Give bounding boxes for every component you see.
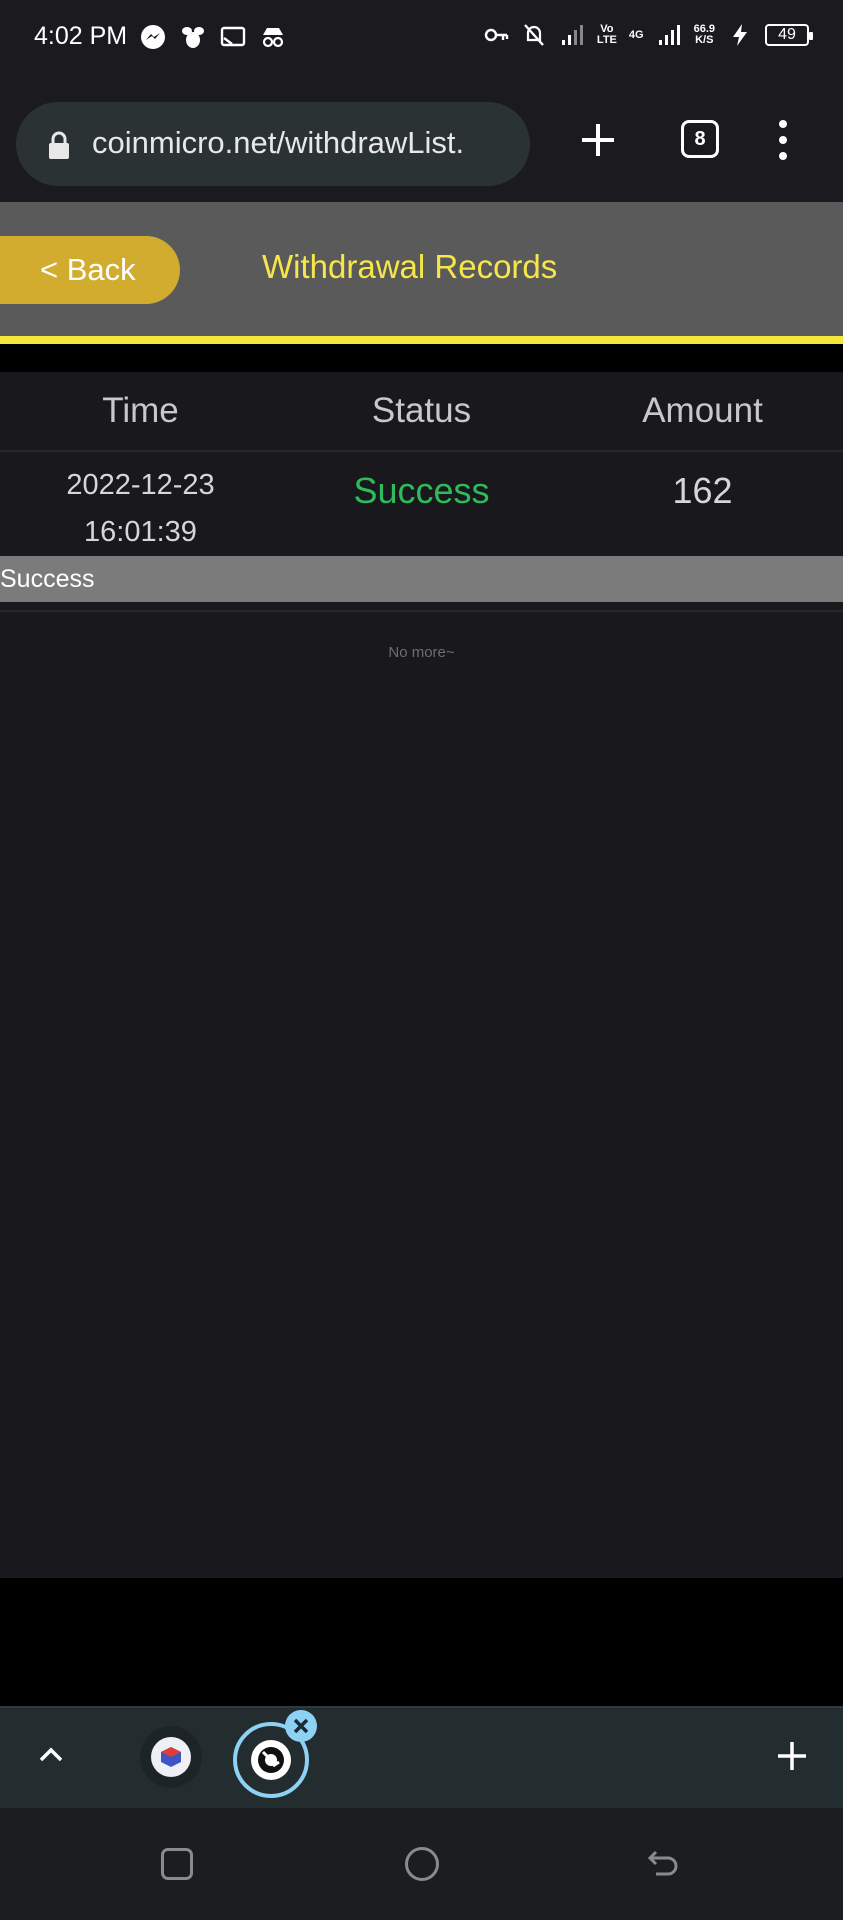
tab-thumbnail-2-active[interactable]: [233, 1710, 317, 1798]
close-tab-icon[interactable]: [285, 1710, 317, 1742]
list-end-text: No more~: [388, 644, 455, 661]
records-content: Time Status Amount 2022-12-23 16:01:39 S…: [0, 372, 843, 1578]
url-text[interactable]: coinmicro.net/withdrawList.: [92, 125, 522, 161]
messenger-icon: [140, 24, 166, 50]
screencast-icon: [220, 24, 246, 50]
system-icons: Vo LTE 4G 66.9 K/S 49: [483, 22, 813, 48]
record-date-text: 2022-12-23: [66, 469, 215, 501]
recent-apps-button[interactable]: [161, 1848, 193, 1880]
browser-toolbar: coinmicro.net/withdrawList. 8: [0, 78, 843, 202]
header-spacer: [0, 344, 843, 372]
page-bottom-blank: [0, 1578, 843, 1706]
status-time: 4:02 PM: [34, 22, 128, 50]
bee-icon: [180, 24, 206, 50]
globe-icon: [251, 1740, 291, 1780]
address-bar[interactable]: coinmicro.net/withdrawList.: [16, 102, 530, 186]
add-tab-icon[interactable]: [774, 1738, 810, 1774]
bottom-tab-strip: [0, 1706, 843, 1808]
lock-icon: [49, 131, 69, 159]
signal-icon-2: [658, 25, 680, 45]
table-row: 2022-12-23 16:01:39 Success 162: [0, 452, 843, 556]
status-bar: 4:02 PM Vo LTE 4G 66.9 K/S 49: [0, 0, 843, 78]
notification-icons: [140, 24, 286, 50]
incognito-icon: [260, 24, 286, 50]
battery-indicator: 49: [765, 24, 813, 46]
charging-icon: [733, 24, 747, 46]
page-header: < Back Withdrawal Records: [0, 202, 843, 336]
record-status-note: Success: [0, 556, 843, 602]
network-speed: 66.9 K/S: [693, 23, 715, 46]
page-title: Withdrawal Records: [262, 248, 558, 285]
chevron-up-icon[interactable]: [34, 1738, 68, 1772]
home-button[interactable]: [405, 1847, 439, 1881]
new-tab-button[interactable]: [574, 116, 622, 164]
network-gen-label: 4G: [628, 28, 644, 41]
vpn-key-icon: [484, 28, 509, 42]
more-menu-icon[interactable]: [775, 118, 791, 162]
site-favicon-icon: [151, 1737, 191, 1777]
volte-label: Vo LTE: [596, 23, 617, 46]
back-button[interactable]: < Back: [0, 236, 180, 304]
record-time: 2022-12-23 16:01:39: [0, 452, 281, 556]
signal-icon: [561, 25, 583, 45]
tab-thumbnail-1[interactable]: [140, 1726, 202, 1788]
row-divider: [0, 610, 843, 612]
record-status: Success: [353, 470, 490, 511]
header-divider: [0, 336, 843, 344]
column-header-amount: Amount: [642, 391, 763, 430]
notifications-off-icon: [524, 24, 544, 46]
back-nav-icon[interactable]: [646, 1846, 682, 1882]
tab-switcher-button[interactable]: 8: [681, 120, 719, 158]
column-header-time: Time: [102, 391, 179, 430]
table-header: Time Status Amount: [0, 372, 843, 452]
column-header-status: Status: [371, 391, 472, 430]
system-nav-bar: [0, 1808, 843, 1920]
record-amount: 162: [672, 470, 733, 511]
record-time-text: 16:01:39: [84, 516, 197, 548]
